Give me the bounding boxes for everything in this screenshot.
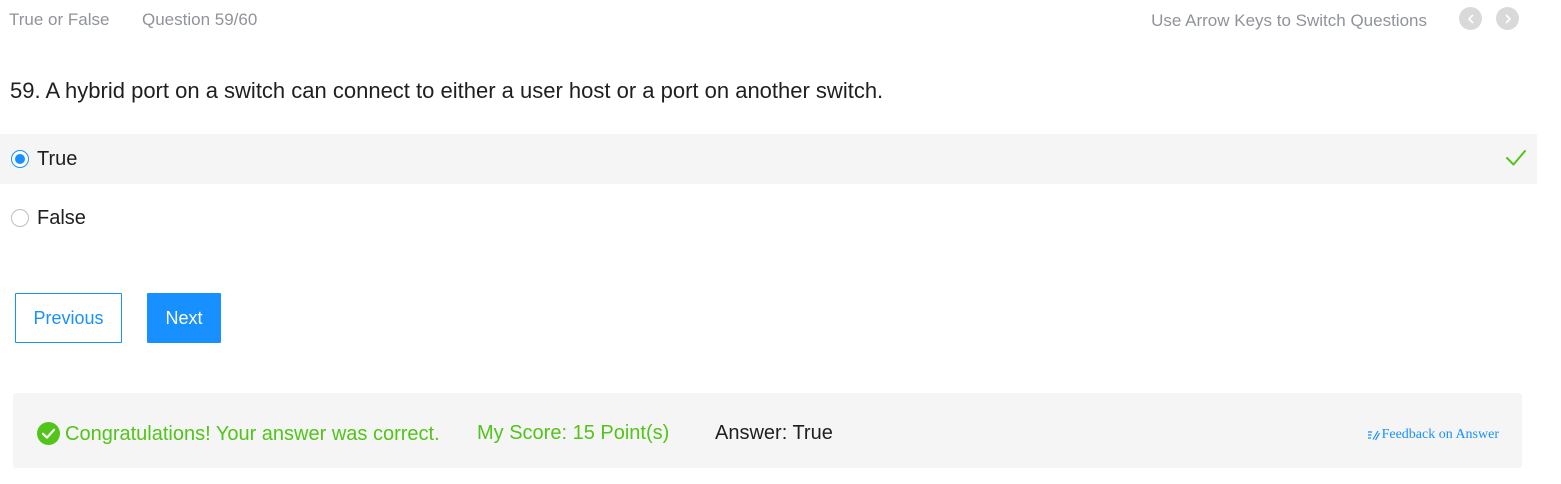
feedback-link[interactable]: Feedback on Answer — [1367, 426, 1499, 444]
keyboard-hint: Use Arrow Keys to Switch Questions — [1151, 11, 1427, 30]
chevron-right-icon — [1505, 14, 1511, 23]
question-text: 59. A hybrid port on a switch can connec… — [10, 78, 884, 103]
option-label: False — [37, 206, 86, 229]
check-circle-icon — [37, 422, 60, 445]
answer-value: True — [792, 422, 833, 444]
option-false[interactable]: False — [0, 193, 1537, 243]
radio-true[interactable] — [11, 150, 29, 168]
feedback-label: Feedback on Answer — [1381, 427, 1499, 442]
radio-false[interactable] — [11, 209, 29, 227]
previous-button[interactable]: Previous — [15, 293, 122, 343]
score-display: My Score: 15 Point(s) — [477, 422, 669, 444]
quiz-page: True or False Question 59/60 Use Arrow K… — [0, 0, 1561, 484]
result-message: Congratulations! Your answer was correct… — [37, 422, 440, 445]
next-question-button[interactable] — [1496, 7, 1519, 30]
checkmark-icon — [1505, 147, 1527, 174]
option-true[interactable]: True — [0, 134, 1537, 184]
prev-question-button[interactable] — [1459, 7, 1482, 30]
question-type-label: True or False — [9, 10, 110, 29]
question-progress: Question 59/60 — [142, 10, 258, 29]
chevron-left-icon — [1467, 14, 1473, 23]
result-message-text: Congratulations! Your answer was correct… — [65, 422, 440, 445]
option-label: True — [37, 147, 78, 170]
correct-answer-display: Answer: True — [715, 422, 833, 444]
result-panel: Congratulations! Your answer was correct… — [13, 393, 1522, 468]
edit-icon — [1367, 429, 1380, 441]
answer-label: Answer: — [715, 422, 788, 444]
score-label: My Score: — [477, 422, 568, 444]
next-button[interactable]: Next — [147, 293, 221, 343]
score-value: 15 Point(s) — [572, 422, 670, 444]
